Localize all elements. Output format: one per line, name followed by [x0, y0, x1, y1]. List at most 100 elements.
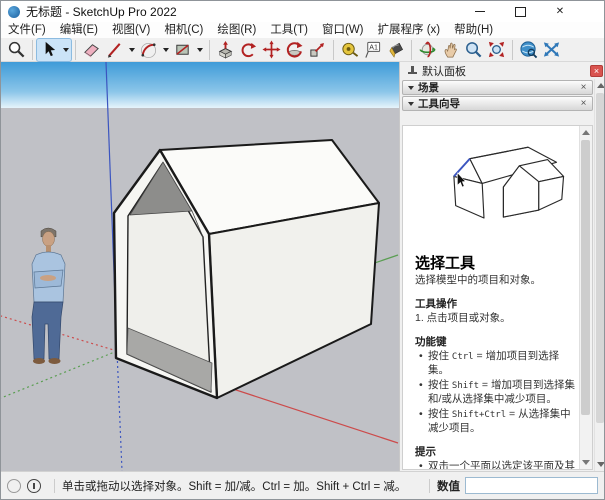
model-viewport[interactable] [1, 62, 399, 471]
panel-section-0[interactable]: 场景 [402, 80, 593, 95]
section-close-icon[interactable] [578, 82, 589, 93]
menu-item-7[interactable]: 扩展程序 (x) [371, 22, 448, 38]
toolbar-separator [333, 40, 334, 60]
chevron-down-icon [63, 48, 69, 52]
pan-icon [441, 40, 460, 59]
rotate-icon [285, 40, 304, 59]
menu-item-5[interactable]: 工具(T) [263, 22, 315, 38]
menu-item-1[interactable]: 编辑(E) [53, 22, 105, 38]
minimize-button[interactable] [460, 1, 500, 22]
panel-section-1[interactable]: 工具向导 [402, 96, 593, 111]
scroll-up-icon[interactable] [582, 130, 590, 135]
rectangle-button[interactable] [171, 39, 194, 61]
menu-item-4[interactable]: 绘图(R) [210, 22, 263, 38]
zoom-button[interactable] [462, 39, 485, 61]
pan-button[interactable] [439, 39, 462, 61]
scale-button[interactable] [306, 39, 329, 61]
zoom-extents-button[interactable] [485, 39, 508, 61]
scale-icon [308, 40, 327, 59]
add-location-tool [517, 39, 540, 61]
menu-item-0[interactable]: 文件(F) [1, 22, 53, 38]
menu-item-3[interactable]: 相机(C) [157, 22, 210, 38]
instructor-subtitle: 选择模型中的项目和对象。 [415, 274, 575, 287]
arc-dropdown-button[interactable] [160, 39, 171, 61]
panel-close-button[interactable] [590, 65, 603, 77]
section-close-icon[interactable] [578, 98, 589, 109]
instructor-panel: 选择工具 选择模型中的项目和对象。 工具操作 1. 点击项目或对象。 功能键 按… [402, 125, 593, 470]
scroll-down-icon[interactable] [582, 460, 590, 465]
paint-bucket-tool [384, 39, 407, 61]
panel-scroll-thumb[interactable] [596, 93, 604, 423]
select-dropdown-button[interactable] [60, 39, 71, 61]
figure-sandal-right [49, 358, 61, 364]
panel-scroll-down-icon[interactable] [597, 462, 605, 467]
select-icon [39, 40, 58, 59]
maximize-button[interactable] [500, 1, 540, 22]
figure-sandal-left [33, 358, 45, 364]
tips-header: 提示 [415, 444, 575, 459]
getting-started-toolbar: A1 [1, 38, 604, 62]
rectangle-tool [171, 39, 205, 61]
operation-steps: 1. 点击项目或对象。 [415, 312, 575, 325]
orbit-button[interactable] [416, 39, 439, 61]
toolbar-separator [209, 40, 210, 60]
line-dropdown-button[interactable] [126, 39, 137, 61]
arc-button[interactable] [137, 39, 160, 61]
app-icon [8, 6, 20, 18]
pin-icon[interactable] [407, 65, 418, 76]
credits-info-icon[interactable] [27, 479, 41, 493]
title-bar: 无标题 - SketchUp Pro 2022 [1, 1, 604, 22]
measurements-input[interactable] [465, 477, 598, 494]
add-location-button[interactable] [517, 39, 540, 61]
paint-bucket-button[interactable] [384, 39, 407, 61]
operation-header: 工具操作 [415, 296, 575, 311]
menu-item-8[interactable]: 帮助(H) [447, 22, 500, 38]
zoom-extents-tool [485, 39, 508, 61]
eraser-button[interactable] [80, 39, 103, 61]
modifier-item: 按住 Shift+Ctrl = 从选择集中减少项目。 [428, 408, 575, 435]
move-button[interactable] [260, 39, 283, 61]
panel-scrollbar[interactable] [594, 79, 605, 471]
orbit-tool [416, 39, 439, 61]
geolocation-status-icon[interactable] [7, 479, 21, 493]
offset-button[interactable] [237, 39, 260, 61]
section-label: 工具向导 [418, 96, 578, 111]
push-pull-button[interactable] [214, 39, 237, 61]
close-button[interactable] [540, 1, 580, 22]
zoom-tool [462, 39, 485, 61]
menu-item-6[interactable]: 窗口(W) [315, 22, 371, 38]
exchange-button[interactable] [540, 39, 563, 61]
tape-measure-button[interactable] [338, 39, 361, 61]
orbit-icon [418, 40, 437, 59]
line-button[interactable] [103, 39, 126, 61]
modifier-item: 按住 Ctrl = 增加项目到选择集。 [428, 350, 575, 377]
toolbar-separator [75, 40, 76, 60]
exchange-tool [540, 39, 563, 61]
tips-list: 双击一个平面以选定该平面及其所有边线。双击一条边线以选定该边线及与其共享的平面。 [415, 460, 575, 470]
toolbar-separator [32, 40, 33, 60]
menu-item-2[interactable]: 视图(V) [105, 22, 157, 38]
tape-measure-tool [338, 39, 361, 61]
status-bar: 单击或拖动以选择对象。Shift = 加/减。Ctrl = 加。Shift + … [1, 471, 604, 499]
operation-step: 1. 点击项目或对象。 [415, 312, 575, 325]
collapse-arrow-icon[interactable] [408, 86, 414, 90]
search-button[interactable] [5, 39, 28, 61]
eraser-icon [82, 40, 101, 59]
rotate-button[interactable] [283, 39, 306, 61]
move-icon [262, 40, 281, 59]
default-tray-panel: 默认面板 场景工具向导 [399, 62, 605, 471]
collapse-arrow-icon[interactable] [408, 102, 414, 106]
instructor-scroll-thumb[interactable] [581, 140, 590, 415]
text-button[interactable]: A1 [361, 39, 384, 61]
modifier-list: 按住 Ctrl = 增加项目到选择集。按住 Shift = 增加项目到选择集和/… [415, 350, 575, 435]
instructor-scrollbar[interactable] [579, 126, 592, 469]
offset-tool [237, 39, 260, 61]
rectangle-dropdown-button[interactable] [194, 39, 205, 61]
panel-scroll-up-icon[interactable] [597, 83, 605, 88]
rotate-tool [283, 39, 306, 61]
select-tool [37, 39, 71, 61]
menu-bar: 文件(F)编辑(E)视图(V)相机(C)绘图(R)工具(T)窗口(W)扩展程序 … [1, 22, 604, 39]
zoom-extents-icon [487, 40, 506, 59]
pan-tool [439, 39, 462, 61]
select-button[interactable] [37, 39, 60, 61]
